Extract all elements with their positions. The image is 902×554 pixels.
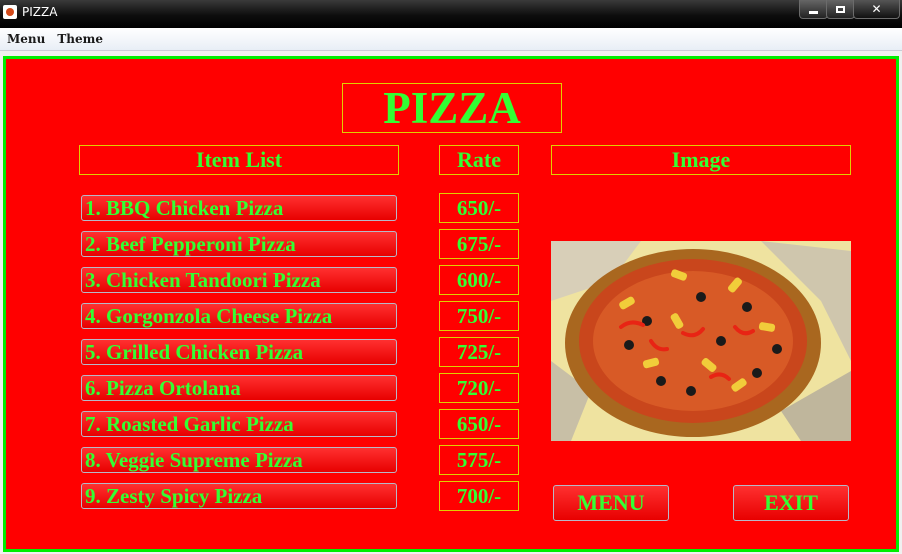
- rate-header: Rate: [439, 145, 519, 175]
- pizza-item-button-1[interactable]: 1. BBQ Chicken Pizza: [81, 195, 397, 221]
- pizza-item-button-9[interactable]: 9. Zesty Spicy Pizza: [81, 483, 397, 509]
- menu-item-menu[interactable]: Menu: [2, 32, 50, 46]
- minimize-button[interactable]: [799, 0, 828, 19]
- maximize-icon: [836, 5, 845, 13]
- pizza-item-button-4[interactable]: 4. Gorgonzola Cheese Pizza: [81, 303, 397, 329]
- menu-bar: Menu Theme: [0, 28, 902, 51]
- close-button[interactable]: ✕: [853, 0, 900, 19]
- pizza-photo: [551, 241, 851, 441]
- window-title: PIZZA: [22, 5, 58, 19]
- pizza-item-button-7[interactable]: 7. Roasted Garlic Pizza: [81, 411, 397, 437]
- rate-value-3: 600/-: [439, 265, 519, 295]
- item-list-header: Item List: [79, 145, 399, 175]
- pizza-item-button-5[interactable]: 5. Grilled Chicken Pizza: [81, 339, 397, 365]
- rate-value-2: 675/-: [439, 229, 519, 259]
- pizza-item-button-6[interactable]: 6. Pizza Ortolana: [81, 375, 397, 401]
- pizza-image: [551, 241, 851, 441]
- pizza-item-button-8[interactable]: 8. Veggie Supreme Pizza: [81, 447, 397, 473]
- rate-value-9: 700/-: [439, 481, 519, 511]
- rate-value-8: 575/-: [439, 445, 519, 475]
- menu-button[interactable]: MENU: [553, 485, 669, 521]
- rate-value-7: 650/-: [439, 409, 519, 439]
- rate-value-5: 725/-: [439, 337, 519, 367]
- page-title: PIZZA: [342, 83, 562, 133]
- exit-button[interactable]: EXIT: [733, 485, 849, 521]
- pizza-panel: PIZZA Item List Rate Image 1. BBQ Chicke…: [3, 56, 899, 552]
- image-header: Image: [551, 145, 851, 175]
- maximize-button[interactable]: [826, 0, 855, 19]
- java-cup-icon: [3, 5, 17, 19]
- pizza-item-button-3[interactable]: 3. Chicken Tandoori Pizza: [81, 267, 397, 293]
- rate-value-1: 650/-: [439, 193, 519, 223]
- rate-value-6: 720/-: [439, 373, 519, 403]
- menu-item-theme[interactable]: Theme: [52, 32, 108, 46]
- minimize-icon: [809, 10, 818, 14]
- rate-value-4: 750/-: [439, 301, 519, 331]
- pizza-item-button-2[interactable]: 2. Beef Pepperoni Pizza: [81, 231, 397, 257]
- window-titlebar: PIZZA ✕: [0, 0, 902, 28]
- close-icon: ✕: [871, 2, 882, 16]
